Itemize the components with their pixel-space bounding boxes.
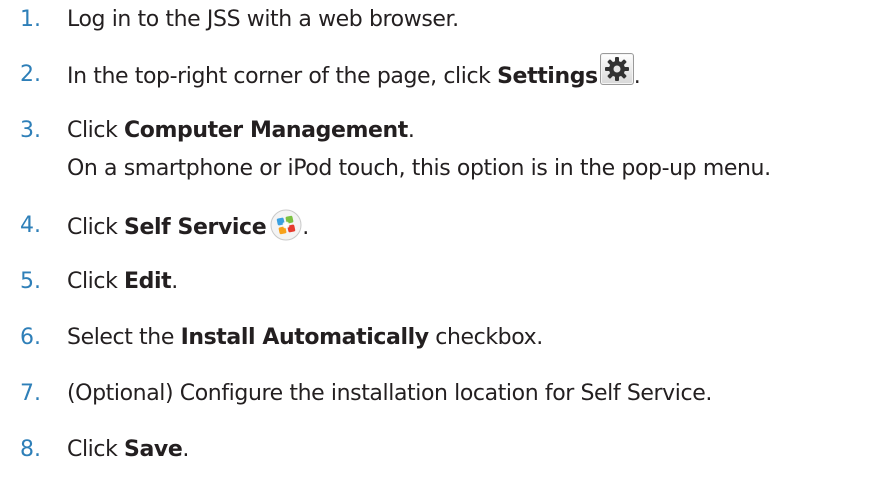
step-text: Select the Install Automatically checkbo… — [67, 324, 543, 352]
step-number: 5. — [20, 269, 41, 294]
step-number: 7. — [20, 381, 41, 406]
step-text-after: . — [633, 64, 641, 89]
edit-label: Edit — [124, 269, 172, 294]
gear-icon — [599, 53, 634, 85]
step-text: In the top-right corner of the page, cli… — [67, 53, 641, 93]
step-note: On a smartphone or iPod touch, this opti… — [67, 156, 771, 181]
step-text-before: Select the — [67, 325, 181, 350]
step-text-after: . — [182, 437, 189, 462]
step-text-after: . — [407, 118, 415, 143]
step-text-before: Click — [67, 269, 125, 294]
step-text: Log in to the JSS with a web browser. — [67, 6, 459, 34]
step-text-plain: (Optional) Configure the installation lo… — [67, 381, 712, 406]
computer-management-label: Computer Management — [124, 118, 408, 143]
step-number: 8. — [20, 437, 41, 462]
step-text-before: Click — [67, 118, 125, 143]
step-text-plain: Log in to the JSS with a web browser. — [67, 7, 459, 32]
save-label: Save — [124, 437, 183, 462]
step-text-before: Click — [67, 437, 125, 462]
step-text-before: In the top-right corner of the page, cli… — [67, 64, 498, 89]
step-text: Click Self Service. — [67, 209, 309, 244]
step-text-after: . — [302, 215, 309, 240]
step-number: 6. — [20, 325, 41, 350]
self-service-label: Self Service — [124, 215, 267, 240]
step-text-before: Click — [67, 215, 125, 240]
step-text-after: . — [171, 269, 178, 294]
install-automatically-label: Install Automatically — [180, 325, 430, 350]
self-service-icon — [270, 209, 302, 241]
step-text-after: checkbox. — [428, 325, 543, 350]
step-text: Click Edit. — [67, 268, 178, 296]
step-number: 2. — [20, 62, 41, 87]
step-number: 3. — [20, 118, 41, 143]
step-number: 1. — [20, 7, 41, 32]
step-text: Click Computer Management. — [67, 117, 415, 145]
step-text: Click Save. — [67, 436, 189, 464]
step-number: 4. — [20, 213, 41, 238]
settings-label: Settings — [497, 64, 598, 89]
step-text: (Optional) Configure the installation lo… — [67, 380, 712, 408]
